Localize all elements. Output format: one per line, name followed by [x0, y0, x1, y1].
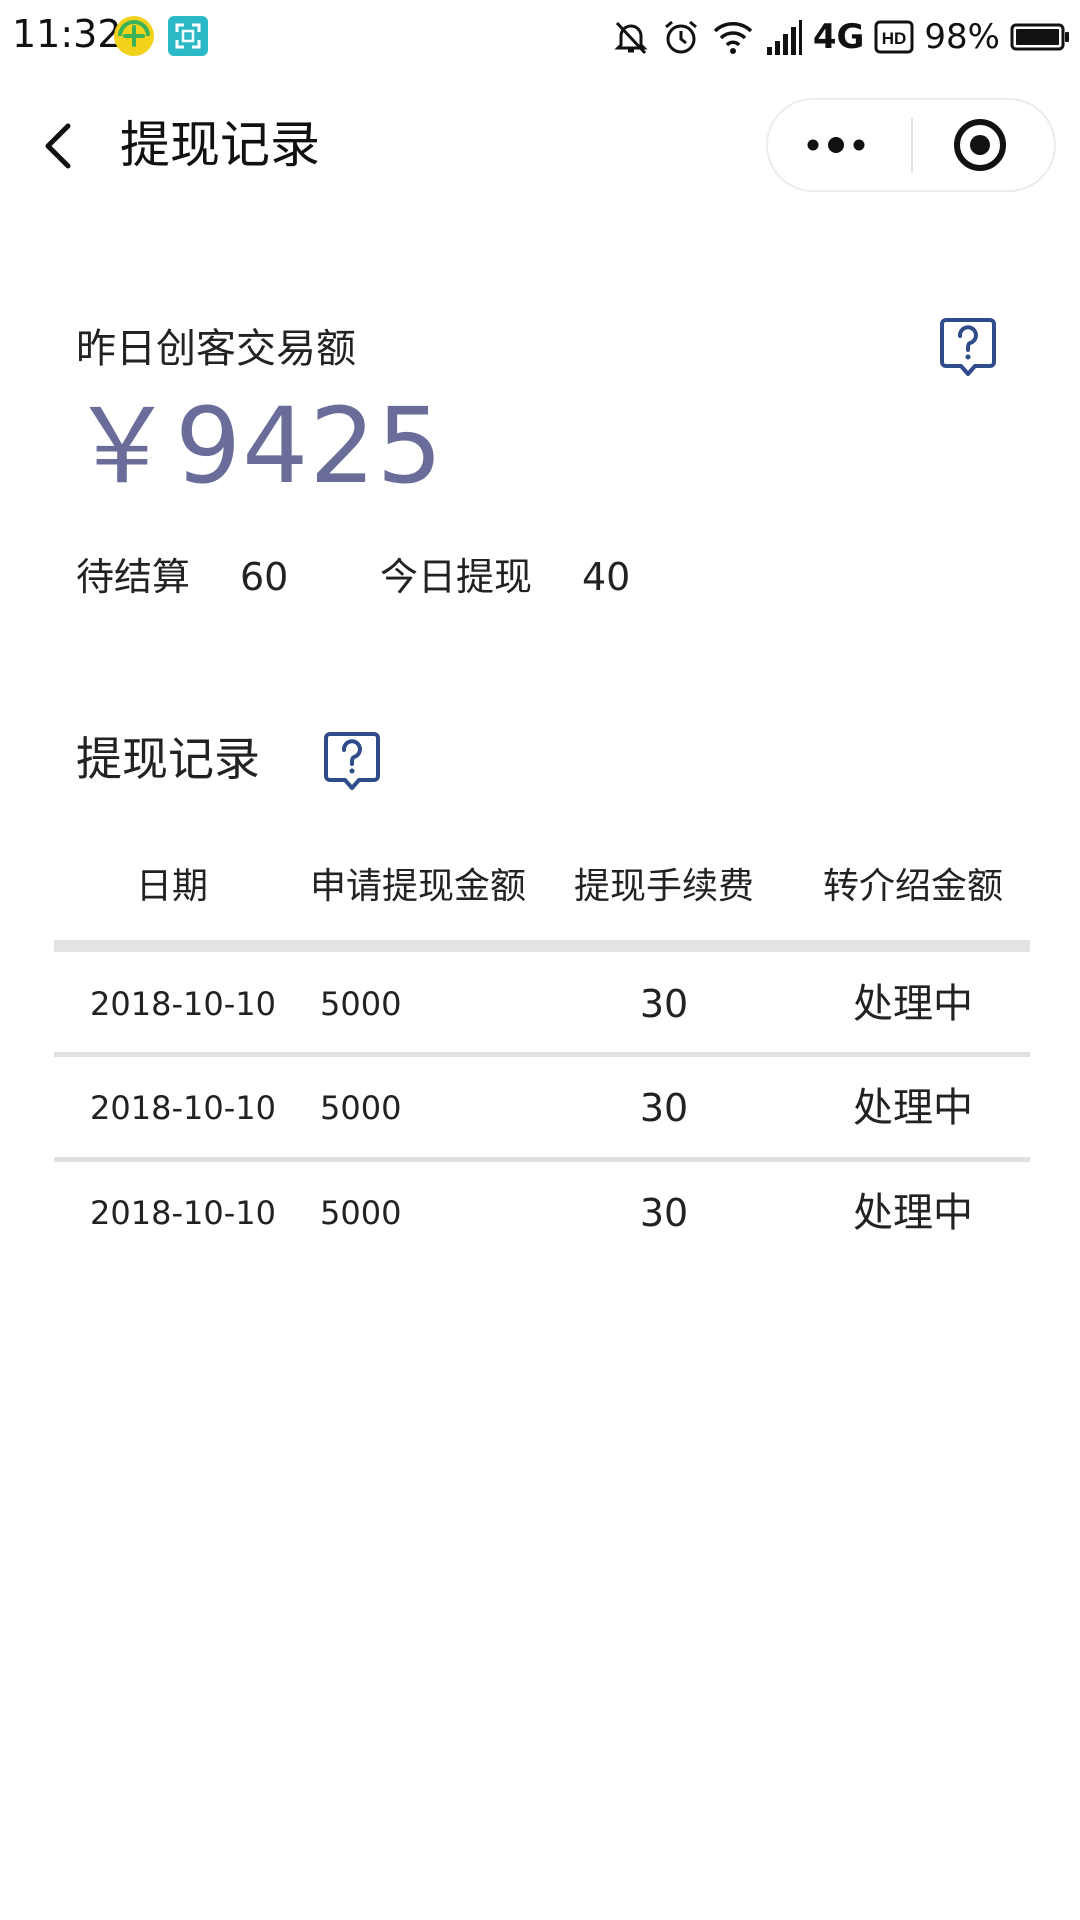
row-date: 2018-10-10 [90, 1194, 276, 1232]
records-section-title: 提现记录 [76, 732, 260, 786]
pending-settlement-label: 待结算 [76, 555, 191, 599]
plus-app-icon [114, 16, 154, 56]
scan-app-icon [168, 16, 208, 56]
mute-bell-icon [614, 21, 648, 55]
column-header-fee: 提现手续费 [573, 866, 754, 907]
table-row[interactable]: 2018-10-10 5000 30 处理中 [54, 954, 1030, 1052]
yesterday-volume-amount: ￥9425 [70, 385, 444, 507]
pending-settlement-value: 60 [240, 555, 289, 599]
withdrawal-records-page: 11:32 4G HD 98% 提现记录 昨日创客交易额 ￥9425 待结算 6… [0, 0, 1080, 1920]
row-fee: 30 [639, 982, 689, 1026]
row-divider [54, 1157, 1030, 1162]
row-date: 2018-10-10 [90, 1089, 276, 1127]
status-time: 11:32 [12, 12, 122, 56]
yesterday-volume-label: 昨日创客交易额 [76, 326, 356, 372]
network-type: 4G [812, 17, 865, 57]
row-fee: 30 [639, 1191, 689, 1235]
more-dots-icon[interactable] [768, 100, 911, 190]
mini-program-capsule [766, 98, 1056, 192]
page-title: 提现记录 [120, 116, 320, 174]
status-right-group: 4G HD 98% [611, 12, 1070, 62]
battery-icon [1010, 23, 1069, 51]
target-close-icon[interactable] [913, 100, 1056, 190]
header-divider [54, 940, 1030, 952]
column-header-date: 日期 [135, 866, 208, 907]
row-amount: 5000 [320, 1089, 402, 1127]
battery-percent: 98% [924, 17, 1000, 57]
status-bar: 11:32 4G HD 98% [0, 0, 1080, 76]
records-table-header: 日期 申请提现金额 提现手续费 转介绍金额 [54, 852, 1030, 932]
table-row[interactable]: 2018-10-10 5000 30 处理中 [54, 1058, 1030, 1156]
hd-icon: HD [874, 20, 914, 54]
row-status: 处理中 [853, 1190, 973, 1236]
row-fee: 30 [639, 1086, 689, 1130]
row-amount: 5000 [320, 1194, 402, 1232]
wifi-icon [713, 22, 753, 54]
signal-icon [766, 20, 802, 55]
today-withdrawal-value: 40 [582, 555, 631, 599]
column-header-referral: 转介绍金额 [822, 866, 1003, 907]
column-header-amount: 申请提现金额 [309, 866, 526, 907]
table-row[interactable]: 2018-10-10 5000 30 处理中 [54, 1163, 1030, 1261]
hd-label: HD [882, 29, 907, 48]
row-status: 处理中 [853, 981, 973, 1027]
row-divider [54, 1052, 1030, 1057]
alarm-icon [664, 20, 697, 54]
today-withdrawal-label: 今日提现 [380, 555, 533, 599]
row-status: 处理中 [853, 1085, 973, 1131]
row-amount: 5000 [320, 985, 402, 1023]
question-bubble-icon[interactable] [322, 730, 382, 792]
row-date: 2018-10-10 [90, 985, 276, 1023]
question-bubble-icon[interactable] [938, 316, 998, 378]
chevron-left-icon[interactable] [30, 110, 90, 180]
